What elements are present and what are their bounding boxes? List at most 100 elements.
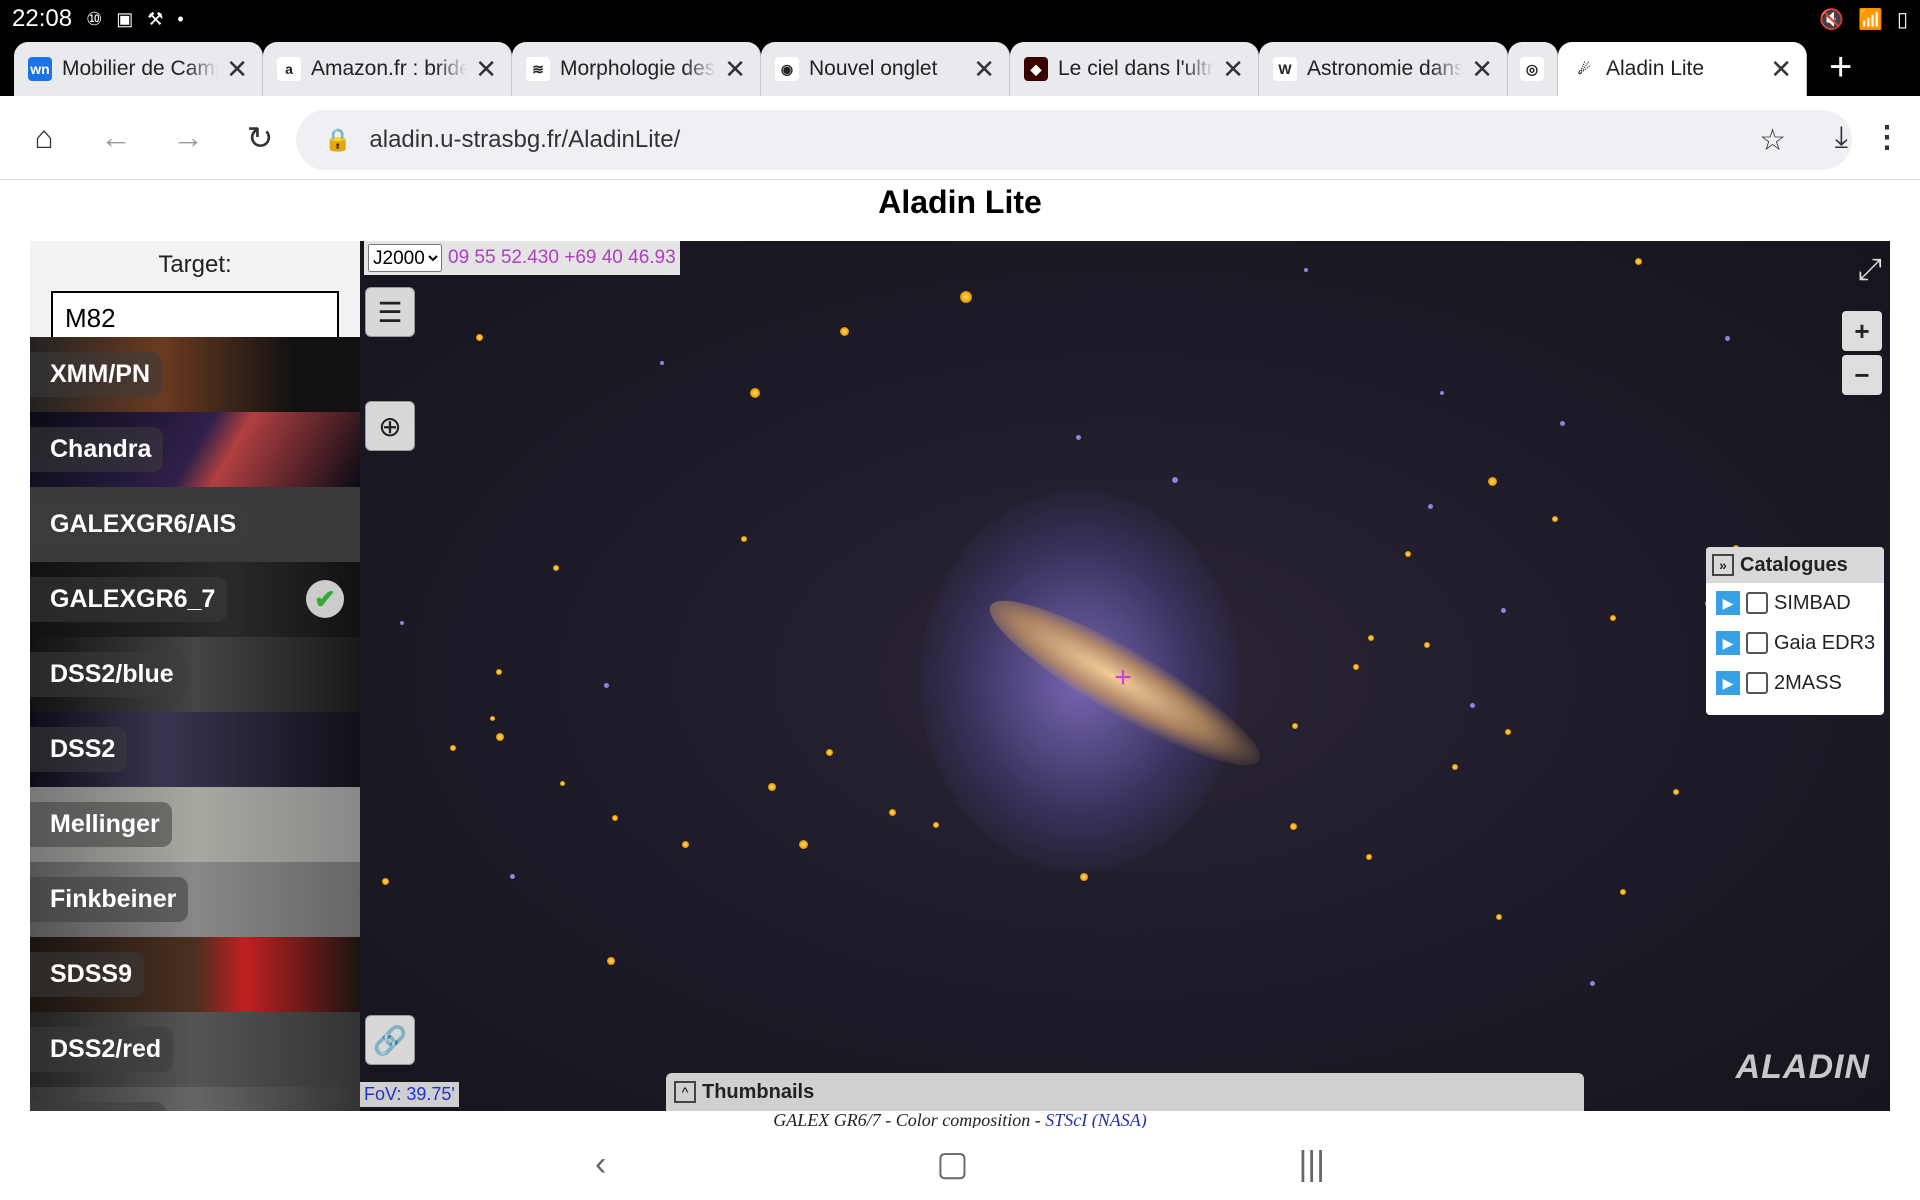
star [741, 536, 747, 542]
menu-icon[interactable]: ⋮ [1872, 120, 1902, 155]
url-text: aladin.u-strasbg.fr/AladinLite/ [369, 126, 681, 153]
star [1501, 608, 1506, 613]
tab-favicon: ≋ [526, 57, 550, 81]
play-icon[interactable]: ▶ [1716, 591, 1740, 615]
star [1496, 914, 1502, 920]
thumbnails-bar[interactable]: ^ Thumbnails [666, 1073, 1584, 1111]
tab-close-icon[interactable]: ✕ [1770, 54, 1792, 85]
layers-icon[interactable]: ☰ [365, 287, 415, 337]
star [1076, 435, 1081, 440]
status-icon: ⑩ [86, 8, 103, 29]
tab-close-icon[interactable]: ✕ [226, 54, 248, 85]
star [1610, 615, 1616, 621]
tab-title: Le ciel dans l'ultr [1058, 57, 1214, 80]
expand-icon[interactable]: ^ [674, 1081, 696, 1103]
star [826, 749, 833, 756]
browser-tab[interactable]: ◆ Le ciel dans l'ultr ✕ [1010, 42, 1259, 96]
page-title: Aladin Lite [878, 184, 1042, 220]
tab-close-icon[interactable]: ✕ [1471, 54, 1493, 85]
survey-item[interactable]: GALEXGR6_7 ✔ [30, 562, 360, 637]
frame-select[interactable]: J2000 [368, 244, 442, 272]
survey-item[interactable]: DSS2/red [30, 1012, 360, 1087]
forward-icon[interactable]: → [152, 119, 224, 156]
browser-tab[interactable]: a Amazon.fr : bride ✕ [263, 42, 512, 96]
catalogue-label: Gaia EDR3 [1774, 631, 1876, 654]
target-label: Target: [158, 251, 232, 278]
tab-close-icon[interactable]: ✕ [1222, 54, 1244, 85]
share-link-icon[interactable]: 🔗 [365, 1015, 415, 1065]
survey-item[interactable]: SDSS9 [30, 937, 360, 1012]
tab-title: Aladin Lite [1606, 57, 1705, 80]
reticle-icon: + [1114, 661, 1132, 694]
star [1590, 981, 1595, 986]
star [1505, 729, 1511, 735]
address-bar[interactable]: 🔒 aladin.u-strasbg.fr/AladinLite/ ☆ [296, 110, 1852, 170]
nav-home-icon[interactable]: ▢ [936, 1144, 968, 1184]
star [553, 565, 559, 571]
star [1290, 823, 1297, 830]
bookmark-star-icon[interactable]: ☆ [1759, 123, 1786, 158]
zoom-in-button[interactable]: + [1842, 311, 1882, 351]
catalogues-header[interactable]: » Catalogues [1706, 547, 1884, 583]
survey-item[interactable]: VTSS/Ha [30, 1087, 360, 1111]
catalogue-checkbox[interactable] [1746, 672, 1768, 694]
back-icon[interactable]: ← [80, 119, 152, 156]
tab-close-icon[interactable]: ✕ [475, 54, 497, 85]
survey-item[interactable]: DSS2 [30, 712, 360, 787]
catalogue-checkbox[interactable] [1746, 592, 1768, 614]
play-icon[interactable]: ▶ [1716, 671, 1740, 695]
star [933, 822, 939, 828]
play-icon[interactable]: ▶ [1716, 631, 1740, 655]
star [604, 683, 609, 688]
star [1366, 854, 1372, 860]
tab-title: Mobilier de Camp [62, 57, 219, 80]
catalogue-label: 2MASS [1774, 671, 1842, 694]
new-tab-button[interactable]: + [1829, 45, 1852, 90]
browser-tab[interactable]: ◉ Nouvel onglet ✕ [761, 42, 1010, 96]
home-icon[interactable]: ⌂ [8, 119, 80, 156]
sky-view[interactable]: + J2000 09 55 52.430 +69 40 46.93 ☰ ⊕ 🔗 … [360, 241, 1890, 1111]
tab-title: Amazon.fr : bride [311, 57, 468, 80]
star [490, 716, 495, 721]
browser-tab[interactable]: W Astronomie dans ✕ [1259, 42, 1508, 96]
star [1368, 635, 1374, 641]
zoom-out-button[interactable]: − [1842, 355, 1882, 395]
clock: 22:08 [12, 5, 73, 32]
star [1635, 258, 1642, 265]
survey-item[interactable]: Chandra [30, 412, 360, 487]
star [607, 957, 615, 965]
survey-item[interactable]: GALEXGR6/AIS [30, 487, 360, 562]
nav-recents-icon[interactable]: ||| [1298, 1145, 1325, 1184]
survey-label: Chandra [30, 427, 164, 472]
star [660, 361, 664, 365]
survey-label: DSS2/blue [30, 652, 186, 697]
star [496, 733, 504, 741]
status-bar: 22:08 ⑩ ▣ ⚒ • 🔇 📶 ▯ [0, 0, 1920, 38]
star [1620, 889, 1626, 895]
catalogue-checkbox[interactable] [1746, 632, 1768, 654]
browser-tab[interactable]: ☄ Aladin Lite ✕ [1558, 42, 1807, 96]
goto-target-icon[interactable]: ⊕ [365, 401, 415, 451]
star [1428, 504, 1433, 509]
star [510, 874, 515, 879]
survey-item[interactable]: Mellinger [30, 787, 360, 862]
nav-back-icon[interactable]: ‹ [595, 1145, 606, 1184]
collapse-icon[interactable]: » [1712, 554, 1734, 576]
download-icon[interactable]: ⤓ [1835, 121, 1848, 155]
star [382, 878, 389, 885]
survey-label: VTSS/Ha [30, 1102, 167, 1111]
tab-close-icon[interactable]: ✕ [724, 54, 746, 85]
source-link[interactable]: STScI (NASA) [1045, 1110, 1146, 1130]
star [612, 815, 618, 821]
star [1424, 642, 1430, 648]
fullscreen-icon[interactable]: ⤢ [1858, 253, 1882, 287]
browser-tab[interactable]: wn Mobilier de Camp ✕ [14, 42, 263, 96]
tab-close-icon[interactable]: ✕ [973, 54, 995, 85]
browser-tab[interactable]: ≋ Morphologie des ✕ [512, 42, 761, 96]
tab-favicon: wn [28, 57, 52, 81]
survey-item[interactable]: XMM/PN [30, 337, 360, 412]
survey-item[interactable]: DSS2/blue [30, 637, 360, 712]
reload-icon[interactable]: ↻ [224, 119, 296, 157]
survey-item[interactable]: Finkbeiner [30, 862, 360, 937]
browser-tab[interactable]: ◎ [1508, 42, 1558, 96]
